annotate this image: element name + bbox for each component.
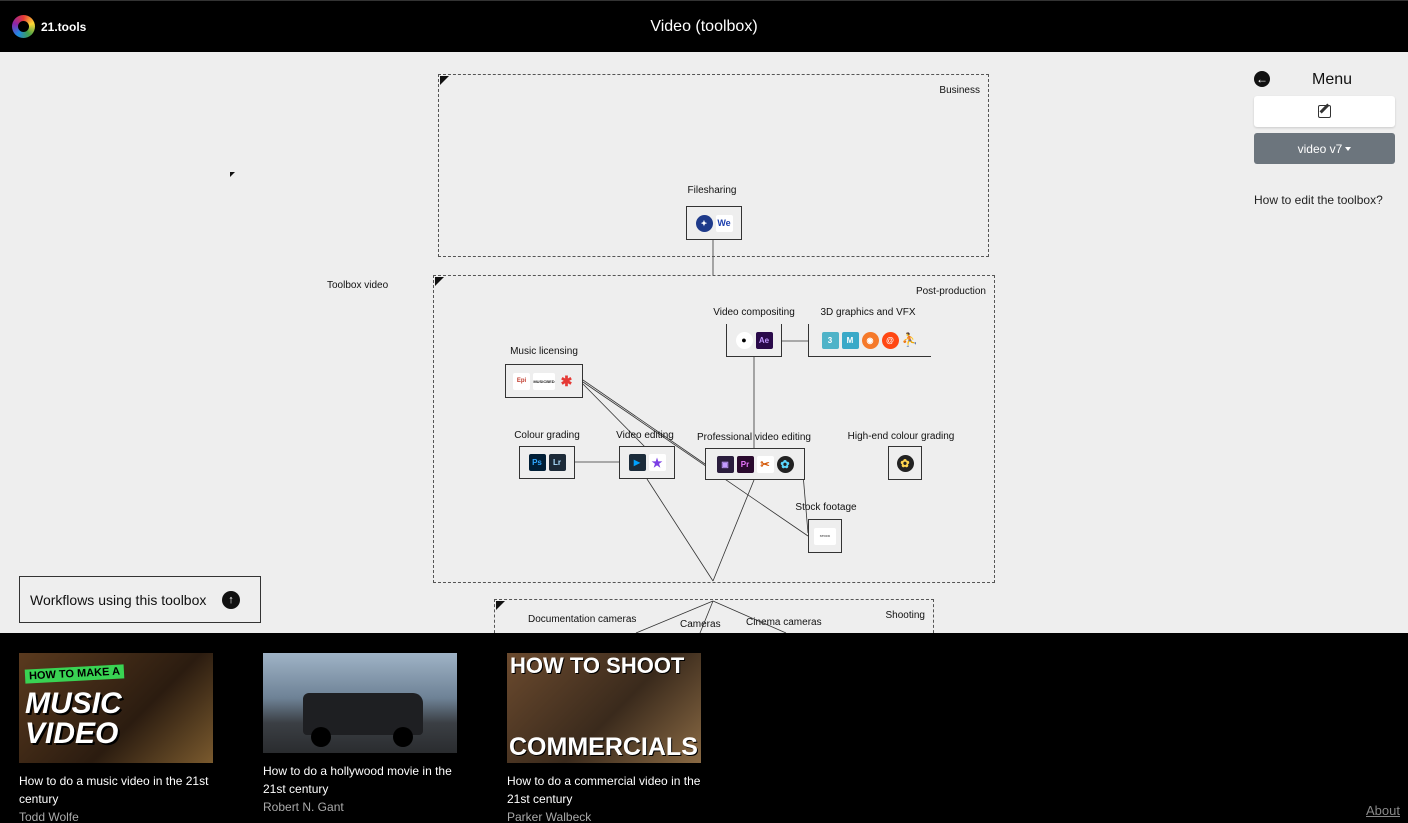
workflows-toggle-label: Workflows using this toolbox bbox=[30, 591, 207, 608]
thumbnail-wheel-shape bbox=[311, 727, 331, 747]
edit-toolbox-button[interactable] bbox=[1254, 96, 1395, 127]
thumbnail-wheel-shape bbox=[393, 727, 413, 747]
workflow-thumbnail[interactable]: HOW TO MAKE A MUSIC VIDEO bbox=[19, 653, 213, 763]
node-label-filesharing: Filesharing bbox=[687, 185, 737, 196]
menu-header: ← Menu bbox=[1254, 70, 1395, 90]
edit-icon bbox=[1318, 105, 1331, 118]
group-post-production[interactable]: Post-production bbox=[433, 275, 995, 583]
lightroom-icon: Lr bbox=[548, 454, 566, 471]
workflow-thumbnail[interactable]: HOW TO SHOOT COMMERCIALS bbox=[507, 653, 701, 763]
node-video-editing[interactable]: ▶ ★ bbox=[619, 446, 675, 479]
workflow-card[interactable]: HOW TO MAKE A MUSIC VIDEO How to do a mu… bbox=[19, 653, 215, 823]
workflows-toggle-button[interactable]: Workflows using this toolbox ↑ bbox=[19, 576, 261, 623]
nuke-icon: ● bbox=[735, 331, 753, 349]
workflow-card[interactable]: HOW TO SHOOT COMMERCIALS How to do a com… bbox=[507, 653, 703, 823]
node-label-documentation-cameras: Documentation cameras bbox=[528, 614, 637, 625]
node-label-high-end-colour-grading: High-end colour grading bbox=[847, 431, 955, 442]
wetransfer-icon: We bbox=[715, 214, 733, 232]
after-effects-icon: Ae bbox=[755, 331, 773, 349]
thumbnail-text-top: HOW TO SHOOT bbox=[510, 653, 685, 678]
workflow-author: Parker Walbeck bbox=[507, 810, 592, 823]
dropbox-icon: ✦ bbox=[695, 214, 713, 232]
arrow-up-icon: ↑ bbox=[222, 591, 240, 609]
node-video-compositing[interactable]: ● Ae bbox=[726, 324, 782, 357]
node-music-licensing[interactable]: Epi MUSICBED ✱ bbox=[505, 364, 583, 398]
cinema4d-icon: 3 bbox=[821, 331, 839, 349]
group-corner-marker bbox=[440, 76, 449, 85]
imovie-icon: ★ bbox=[648, 454, 666, 471]
thumbnail-text-main: MUSIC VIDEO bbox=[25, 687, 122, 750]
avid-icon: ▣ bbox=[716, 455, 734, 473]
filmora-icon: ▶ bbox=[628, 454, 646, 471]
workflow-author: Robert N. Gant bbox=[263, 800, 344, 814]
workflow-title[interactable]: How to do a commercial video in the 21st… bbox=[507, 772, 703, 808]
node-label-video-compositing: Video compositing bbox=[713, 307, 795, 318]
houdini-icon: @ bbox=[881, 331, 899, 349]
musicbed-icon: MUSICBED bbox=[533, 372, 555, 390]
group-label-business: Business bbox=[939, 85, 980, 96]
zbrush-icon: ⛹ bbox=[901, 332, 919, 347]
node-filesharing[interactable]: ✦ We bbox=[686, 206, 742, 240]
thumbnail-text-main: COMMERCIALS bbox=[509, 733, 698, 761]
davinci-resolve-icon: ✿ bbox=[776, 455, 794, 473]
node-high-end-colour-grading[interactable]: ✿ bbox=[888, 446, 922, 480]
premiere-icon: Pr bbox=[736, 455, 754, 473]
about-link[interactable]: About bbox=[1366, 803, 1400, 818]
node-label-stock-footage: Stock footage bbox=[795, 502, 857, 513]
node-label-cameras: Cameras bbox=[680, 619, 721, 630]
group-label-post-production: Post-production bbox=[915, 286, 986, 297]
artlist-icon: ✱ bbox=[560, 372, 573, 389]
caret-down-icon bbox=[1345, 146, 1352, 151]
node-professional-video-editing[interactable]: ▣ Pr ✂ ✿ bbox=[705, 448, 805, 480]
toolbox-label: Toolbox video bbox=[327, 280, 389, 291]
menu-panel: ← Menu video v7 How to edit the toolbox? bbox=[1254, 70, 1395, 207]
photoshop-icon: Ps bbox=[528, 454, 546, 471]
maya-icon: M bbox=[841, 331, 859, 349]
canvas-anchor-marker bbox=[230, 172, 235, 177]
group-corner-marker bbox=[496, 601, 505, 610]
thumbnail-text-top: HOW TO MAKE A bbox=[24, 664, 125, 684]
toolbox-canvas[interactable]: Business Filesharing ✦ We Toolbox video … bbox=[0, 52, 1408, 633]
node-label-3d-graphics-vfx: 3D graphics and VFX bbox=[820, 307, 916, 318]
node-label-colour-grading: Colour grading bbox=[514, 430, 580, 441]
page-title: Video (toolbox) bbox=[650, 18, 758, 35]
davinci-resolve-studio-icon: ✿ bbox=[896, 454, 914, 472]
stock-footage-icon: STOCK bbox=[814, 527, 836, 545]
version-dropdown-label: video v7 bbox=[1297, 141, 1343, 156]
group-label-shooting: Shooting bbox=[885, 610, 925, 621]
workflows-panel: HOW TO MAKE A MUSIC VIDEO How to do a mu… bbox=[0, 633, 1408, 823]
node-stock-footage[interactable]: STOCK bbox=[808, 519, 842, 553]
node-colour-grading[interactable]: Ps Lr bbox=[519, 446, 575, 479]
arrow-left-icon[interactable]: ← bbox=[1254, 71, 1270, 87]
node-label-music-licensing: Music licensing bbox=[510, 346, 578, 357]
workflow-author: Todd Wolfe bbox=[19, 810, 79, 823]
node-label-cinema-cameras: Cinema cameras bbox=[746, 617, 822, 628]
workflow-title[interactable]: How to do a music video in the 21st cent… bbox=[19, 772, 215, 808]
workflow-card[interactable]: How to do a hollywood movie in the 21st … bbox=[263, 653, 459, 816]
final-cut-icon: ✂ bbox=[756, 455, 774, 473]
blender-icon: ◉ bbox=[861, 331, 879, 349]
node-3d-graphics-vfx[interactable]: 3 M ◉ @ ⛹ bbox=[808, 324, 931, 357]
top-bar: 21.tools Video (toolbox) bbox=[0, 0, 1408, 52]
version-dropdown[interactable]: video v7 bbox=[1254, 133, 1395, 164]
menu-title: Menu bbox=[1312, 71, 1353, 88]
workflow-thumbnail[interactable] bbox=[263, 653, 457, 753]
node-label-professional-video-editing: Professional video editing bbox=[697, 432, 811, 443]
how-to-edit-link[interactable]: How to edit the toolbox? bbox=[1254, 193, 1395, 207]
node-label-video-editing: Video editing bbox=[616, 430, 674, 441]
group-corner-marker bbox=[435, 277, 444, 286]
epidemic-sound-icon: Epi bbox=[513, 372, 530, 390]
workflow-title[interactable]: How to do a hollywood movie in the 21st … bbox=[263, 762, 459, 798]
